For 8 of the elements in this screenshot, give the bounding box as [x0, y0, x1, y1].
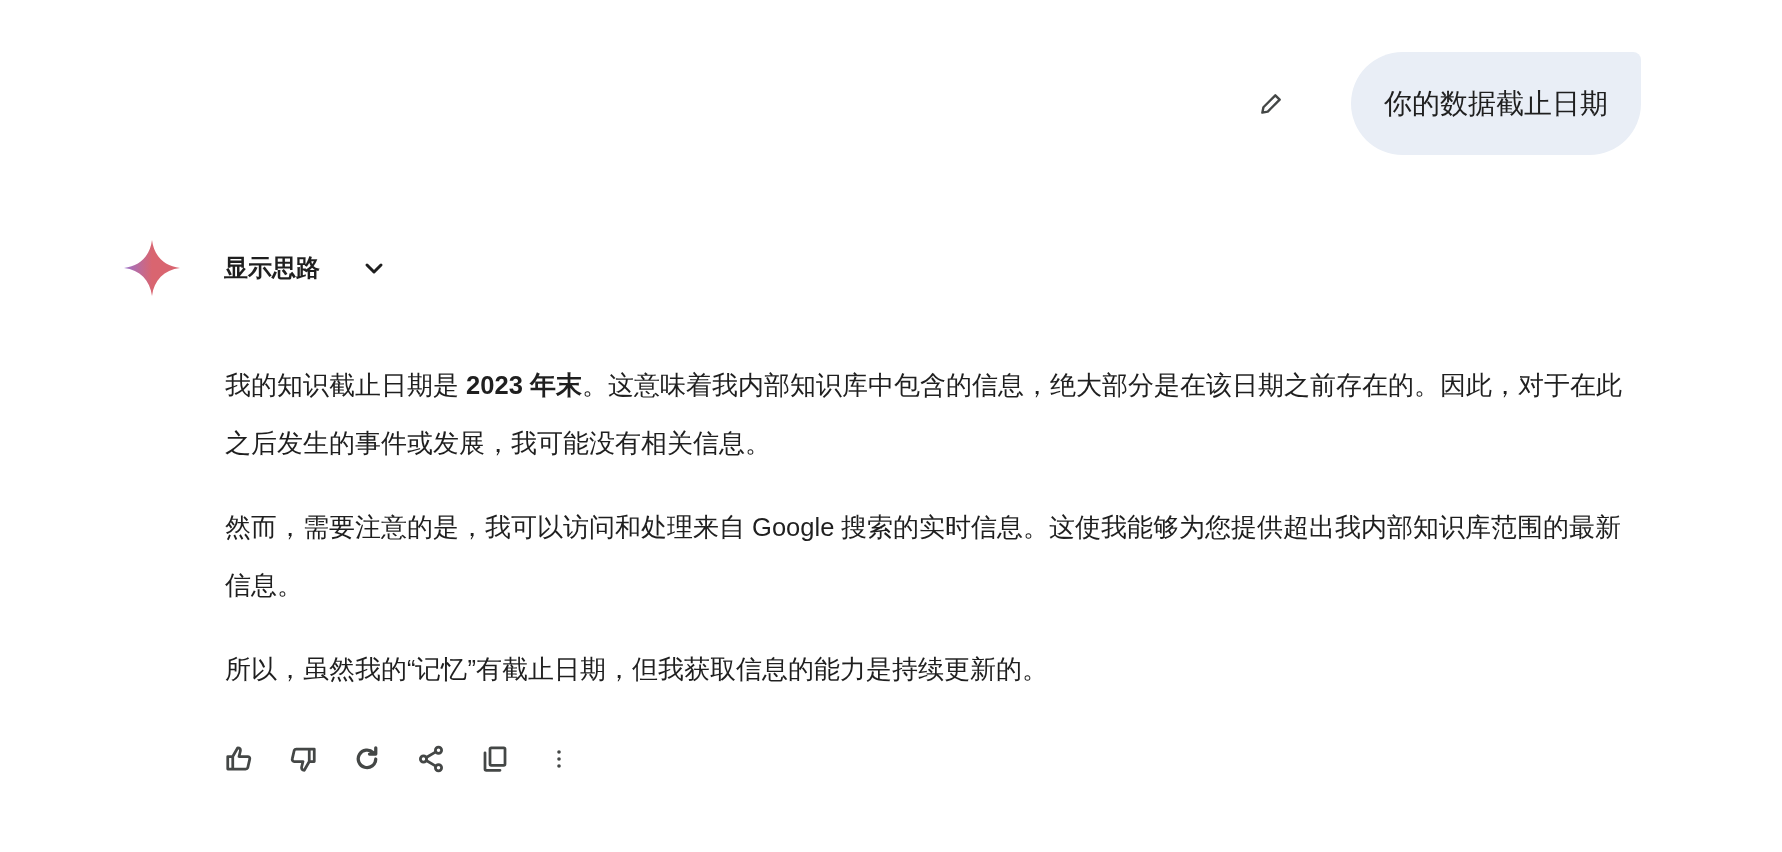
share-icon	[416, 744, 446, 774]
show-thinking-toggle[interactable]: 显示思路	[224, 252, 386, 284]
more-icon	[556, 747, 562, 771]
user-message: 你的数据截止日期	[1351, 52, 1641, 155]
response-paragraph: 然而，需要注意的是，我可以访问和处理来自 Google 搜索的实时信息。这使我能够为您提供超出我内部知识库范围的最新信息。	[225, 512, 1623, 601]
response-paragraph: 我的知识截止日期是 2023 年末。这意味着我内部知识库中包含的信息，绝大部分是在该日期之前存在的。因此，对于在此之后发生的事件或发展，我可能没有相关信息。	[225, 370, 1623, 459]
response-paragraph: 所以，虽然我的“记忆”有截止日期，但我获取信息的能力是持续更新的。	[225, 654, 1049, 685]
sparkle-icon	[124, 240, 180, 296]
